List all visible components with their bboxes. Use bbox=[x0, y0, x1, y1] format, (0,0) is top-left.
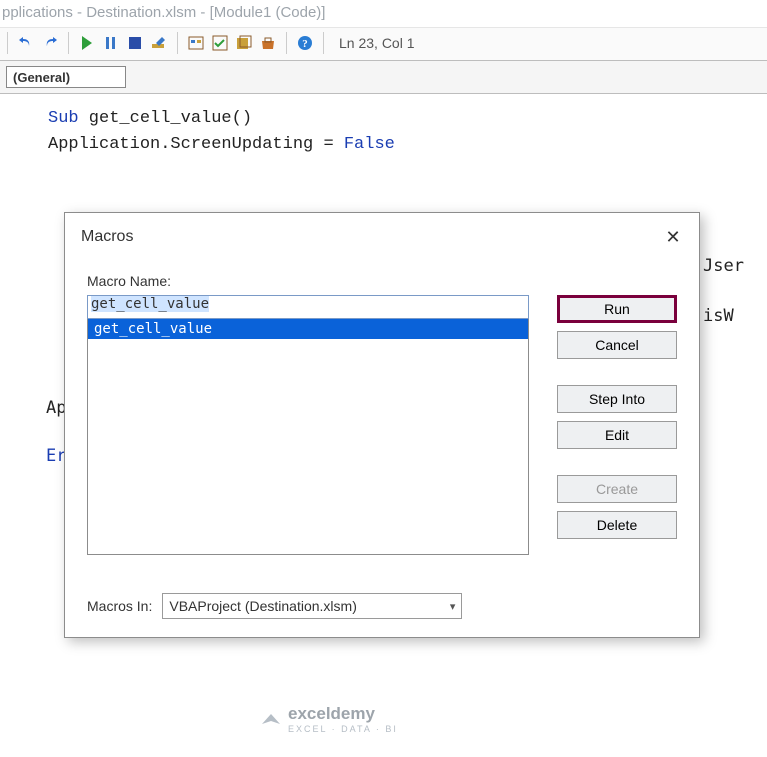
keyword: False bbox=[344, 135, 395, 154]
toolbar-separator bbox=[177, 32, 178, 54]
code-fragment: Jser bbox=[703, 256, 744, 276]
svg-text:?: ? bbox=[302, 38, 308, 50]
macro-name-input[interactable]: get_cell_value bbox=[87, 295, 529, 319]
create-button: Create bbox=[557, 475, 677, 503]
code-text: get_cell_value() bbox=[79, 109, 252, 128]
delete-button[interactable]: Delete bbox=[557, 511, 677, 539]
help-icon[interactable]: ? bbox=[294, 32, 316, 54]
code-text: Application.ScreenUpdating = bbox=[48, 135, 344, 154]
toolbox-icon[interactable] bbox=[257, 32, 279, 54]
macros-in-value: VBAProject (Destination.xlsm) bbox=[169, 598, 357, 614]
properties-icon[interactable] bbox=[209, 32, 231, 54]
macro-name-value: get_cell_value bbox=[91, 296, 209, 312]
cancel-button[interactable]: Cancel bbox=[557, 331, 677, 359]
toolbar-separator bbox=[286, 32, 287, 54]
project-icon[interactable] bbox=[185, 32, 207, 54]
code-editor[interactable]: Sub get_cell_value() Application.ScreenU… bbox=[0, 94, 767, 158]
code-fragment: isW bbox=[703, 306, 734, 326]
scope-dropdown[interactable]: (General) bbox=[6, 66, 126, 88]
watermark-sub: EXCEL · DATA · BI bbox=[288, 724, 398, 734]
pause-icon[interactable] bbox=[100, 32, 122, 54]
undo-icon[interactable] bbox=[15, 32, 37, 54]
logo-icon bbox=[260, 708, 282, 730]
toolbar-separator bbox=[68, 32, 69, 54]
stop-icon[interactable] bbox=[124, 32, 146, 54]
window-title: pplications - Destination.xlsm - [Module… bbox=[0, 0, 767, 28]
close-icon[interactable]: ✕ bbox=[659, 223, 687, 251]
list-item[interactable]: get_cell_value bbox=[88, 319, 528, 339]
macros-in-label: Macros In: bbox=[87, 598, 152, 614]
macros-dialog: Macros ✕ Macro Name: get_cell_value get_… bbox=[64, 212, 700, 638]
edit-button[interactable]: Edit bbox=[557, 421, 677, 449]
keyword: Sub bbox=[48, 109, 79, 128]
chevron-down-icon: ▾ bbox=[450, 600, 456, 613]
run-button[interactable]: Run bbox=[557, 295, 677, 323]
scope-value: (General) bbox=[13, 70, 70, 85]
toolbar: ? Ln 23, Col 1 bbox=[0, 28, 767, 61]
macro-name-label: Macro Name: bbox=[87, 273, 677, 289]
redo-icon[interactable] bbox=[39, 32, 61, 54]
macro-list[interactable]: get_cell_value bbox=[87, 319, 529, 555]
design-icon[interactable] bbox=[148, 32, 170, 54]
toolbar-separator bbox=[7, 32, 8, 54]
watermark: exceldemy EXCEL · DATA · BI bbox=[260, 704, 398, 734]
play-icon[interactable] bbox=[76, 32, 98, 54]
toolbar-separator bbox=[323, 32, 324, 54]
step-into-button[interactable]: Step Into bbox=[557, 385, 677, 413]
dialog-title: Macros bbox=[81, 228, 133, 246]
macros-in-dropdown[interactable]: VBAProject (Destination.xlsm) ▾ bbox=[162, 593, 462, 619]
scope-bar: (General) bbox=[0, 61, 767, 94]
watermark-brand: exceldemy bbox=[288, 704, 375, 723]
object-browser-icon[interactable] bbox=[233, 32, 255, 54]
cursor-position-status: Ln 23, Col 1 bbox=[339, 35, 415, 51]
